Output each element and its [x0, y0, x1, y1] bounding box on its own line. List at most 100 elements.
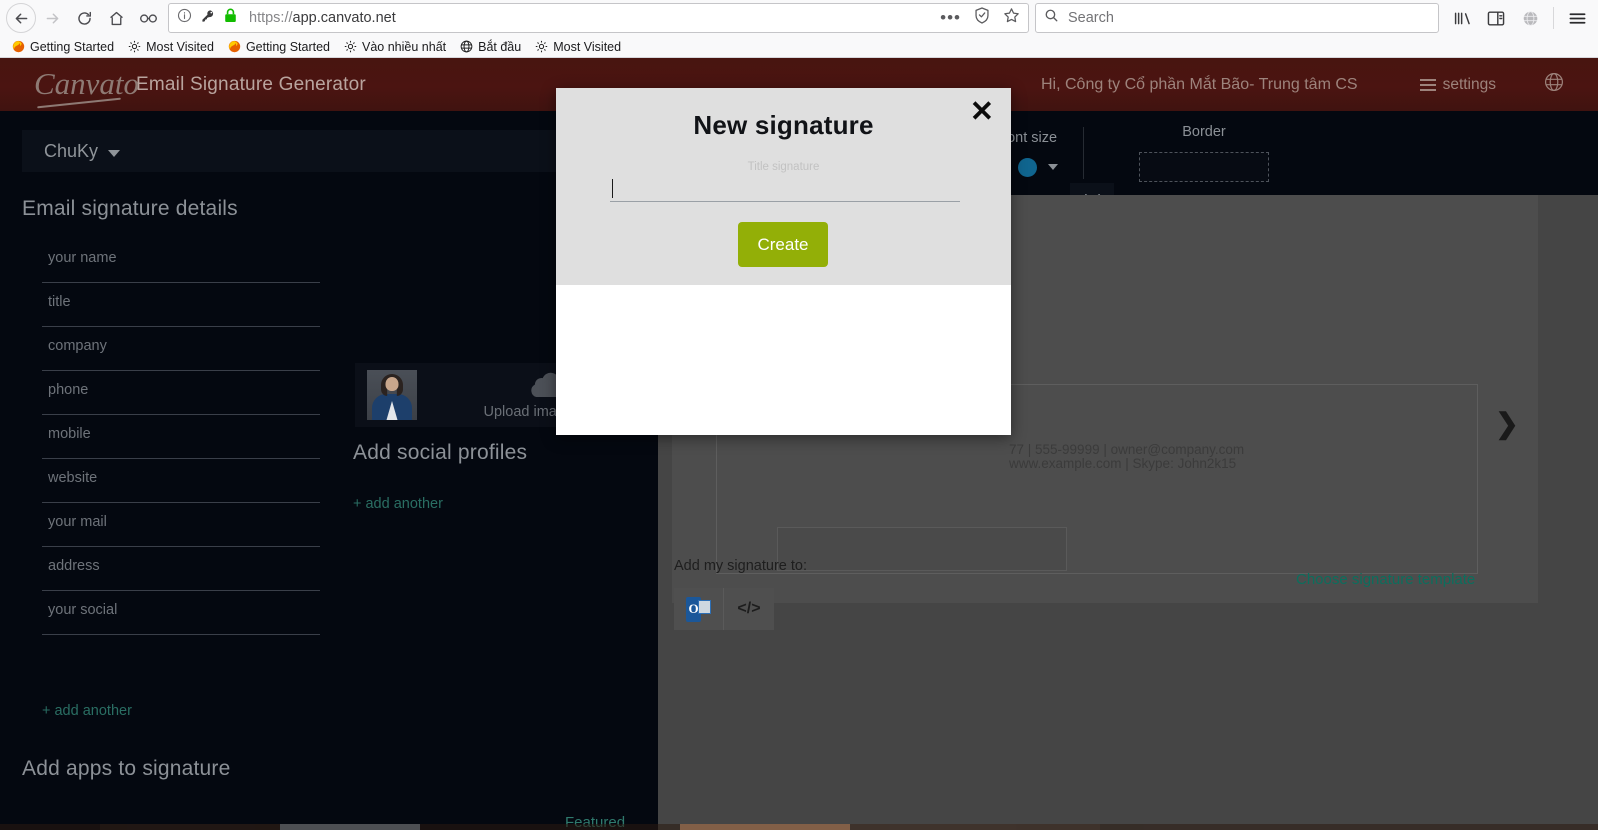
- language-globe-icon[interactable]: [1544, 72, 1564, 97]
- search-placeholder: Search: [1068, 10, 1114, 26]
- color-swatch-blue[interactable]: [1017, 157, 1037, 177]
- field-placeholder: your name: [48, 250, 117, 266]
- field-placeholder: company: [48, 338, 107, 354]
- field-your-social[interactable]: your social: [42, 591, 320, 635]
- text-cursor: [612, 179, 613, 198]
- field-placeholder: your social: [48, 602, 118, 618]
- html-code-icon[interactable]: </>: [724, 588, 774, 630]
- email-signature-details-heading: Email signature details: [22, 197, 238, 220]
- bookmark-item[interactable]: Getting Started: [222, 38, 336, 56]
- account-globe-icon[interactable]: [1515, 3, 1545, 33]
- signature-inner-block: [777, 527, 1067, 571]
- bookmark-label: Getting Started: [245, 39, 331, 54]
- border-group: Border: [1084, 111, 1324, 195]
- browser-chrome-actions: [1439, 3, 1592, 33]
- bookmark-label: Most Visited: [146, 39, 214, 54]
- add-another-social-link[interactable]: + add another: [353, 496, 443, 512]
- lock-icon[interactable]: [224, 8, 237, 28]
- signature-line-2: www.example.com | Skype: John2k15: [1009, 456, 1237, 471]
- signature-line-1: 77 | 555-99999 | owner@company.com: [1009, 442, 1245, 457]
- tracking-protection-icon[interactable]: [974, 7, 990, 29]
- field-placeholder: your mail: [48, 514, 107, 530]
- field-your-name[interactable]: your name: [42, 239, 320, 283]
- add-signature-to-label: Add my signature to:: [674, 558, 807, 574]
- url-host: app.canvato.net: [292, 10, 396, 26]
- chevron-down-icon: [108, 149, 121, 157]
- border-preview[interactable]: [1139, 152, 1269, 182]
- add-apps-heading: Add apps to signature: [22, 757, 231, 780]
- field-placeholder: address: [48, 558, 100, 574]
- canvato-logo[interactable]: Canvato: [34, 65, 139, 105]
- signature-selector-label: ChuKy: [44, 140, 99, 161]
- border-label: Border: [1182, 124, 1226, 140]
- modal-title: New signature: [693, 110, 874, 140]
- url-bar-actions: •••: [932, 7, 1020, 29]
- bookmark-item[interactable]: Most Visited: [122, 38, 220, 56]
- field-website[interactable]: website: [42, 459, 320, 503]
- pocket-icon[interactable]: [132, 3, 164, 33]
- bookmark-star-icon[interactable]: [1003, 7, 1020, 29]
- firefox-icon: [228, 40, 241, 53]
- gear-icon: [128, 40, 141, 53]
- bookmark-label: Getting Started: [30, 39, 115, 54]
- bookmark-item[interactable]: Getting Started: [6, 38, 120, 56]
- reload-icon[interactable]: [68, 3, 100, 33]
- bookmark-item[interactable]: Most Visited: [529, 38, 627, 56]
- back-arrow-icon[interactable]: [6, 3, 36, 33]
- settings-button[interactable]: settings: [1419, 75, 1496, 94]
- bookmark-label: Vào nhiều nhất: [362, 39, 447, 54]
- caret-down-icon[interactable]: [1047, 164, 1058, 170]
- hamburger-icon: [1419, 78, 1436, 91]
- globe-icon: [460, 40, 473, 53]
- outlook-icon[interactable]: O: [674, 588, 724, 630]
- field-placeholder: website: [48, 470, 98, 486]
- bookmarks-bar: Getting Started Most Visited Getting Sta…: [0, 36, 1598, 58]
- add-another-field-link[interactable]: + add another: [42, 703, 132, 719]
- url-text[interactable]: https://app.canvato.net: [249, 10, 932, 26]
- field-placeholder: mobile: [48, 426, 91, 442]
- search-bar[interactable]: Search: [1035, 3, 1439, 33]
- app-title: Email Signature Generator: [136, 73, 366, 95]
- choose-signature-template-link[interactable]: Choose signature template: [1296, 571, 1475, 588]
- gear-icon: [535, 40, 548, 53]
- bookmark-item[interactable]: Bắt đầu: [454, 38, 527, 56]
- bookmark-label: Bắt đầu: [478, 39, 522, 54]
- title-signature-input[interactable]: [610, 176, 960, 202]
- settings-label: settings: [1442, 75, 1496, 93]
- bottom-color-strip: [0, 824, 1598, 830]
- hamburger-menu-icon[interactable]: [1562, 3, 1592, 33]
- field-placeholder: phone: [48, 382, 89, 398]
- add-social-profiles-heading: Add social profiles: [353, 441, 528, 464]
- bookmark-label: Most Visited: [553, 39, 622, 54]
- title-signature-label: Title signature: [747, 161, 820, 173]
- browser-toolbar: https://app.canvato.net ••• Search: [0, 0, 1598, 36]
- field-address[interactable]: address: [42, 547, 320, 591]
- chevron-right-icon[interactable]: ❯: [1484, 383, 1530, 463]
- toolbar-divider: [1553, 7, 1554, 29]
- url-status-icons: [177, 8, 237, 28]
- add-signature-to-row: O </>: [674, 588, 774, 630]
- gear-icon: [344, 40, 357, 53]
- library-icon[interactable]: [1447, 3, 1477, 33]
- field-mobile[interactable]: mobile: [42, 415, 320, 459]
- field-title[interactable]: title: [42, 283, 320, 327]
- firefox-icon: [12, 40, 25, 53]
- new-signature-modal: ✕ New signature Title signature Create: [556, 88, 1011, 435]
- home-icon[interactable]: [100, 3, 132, 33]
- create-button[interactable]: Create: [738, 222, 828, 267]
- more-actions-icon[interactable]: •••: [940, 9, 961, 26]
- signature-selector[interactable]: ChuKy: [22, 130, 640, 172]
- field-placeholder: title: [48, 294, 71, 310]
- field-phone[interactable]: phone: [42, 371, 320, 415]
- user-greeting: Hi, Công ty Cổ phần Mắt Bão- Trung tâm C…: [1040, 75, 1358, 93]
- field-your-mail[interactable]: your mail: [42, 503, 320, 547]
- page-info-icon[interactable]: [177, 8, 192, 28]
- search-icon: [1044, 8, 1059, 28]
- field-company[interactable]: company: [42, 327, 320, 371]
- portrait-thumbnail: [367, 370, 417, 420]
- forward-arrow-icon: [36, 3, 68, 33]
- url-bar[interactable]: https://app.canvato.net •••: [168, 3, 1029, 33]
- bookmark-item[interactable]: Vào nhiều nhất: [338, 38, 452, 56]
- permission-key-icon[interactable]: [201, 9, 215, 28]
- sidebar-icon[interactable]: [1481, 3, 1511, 33]
